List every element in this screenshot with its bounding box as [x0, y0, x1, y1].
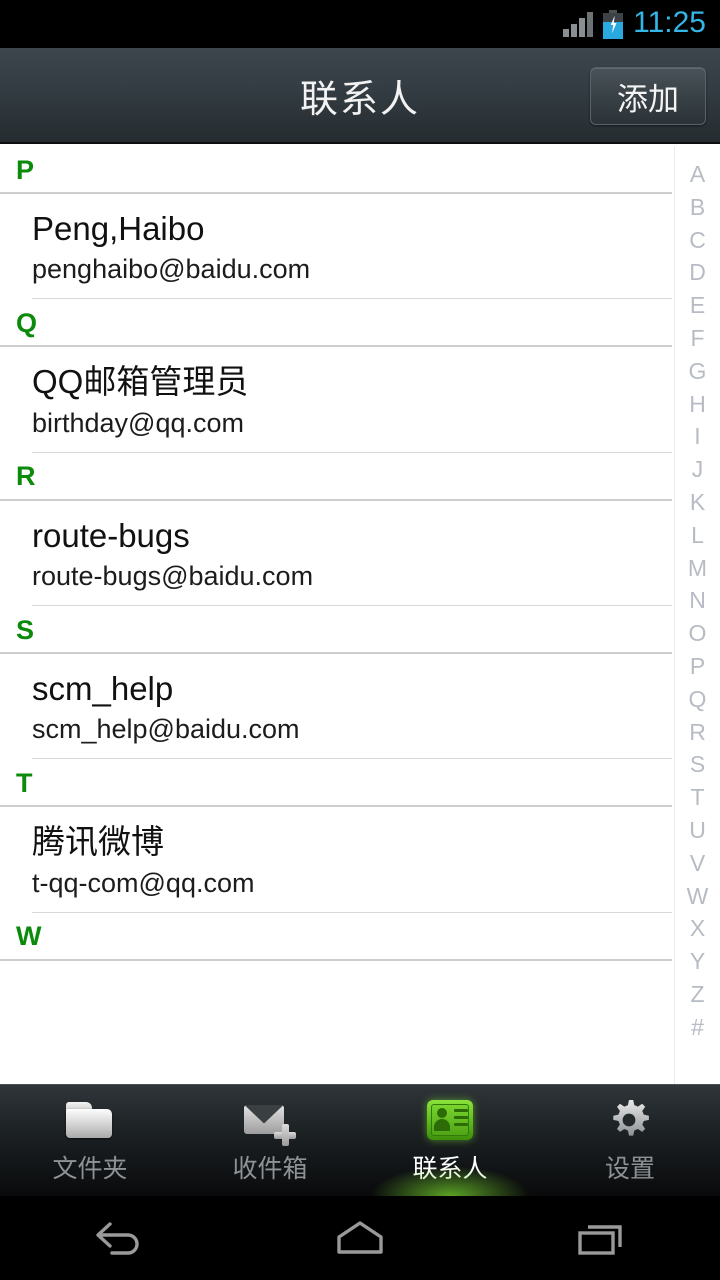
action-bar: 联系人 添加 [0, 48, 720, 144]
alpha-index-letter[interactable]: X [675, 912, 720, 945]
alpha-index-letter[interactable]: V [675, 847, 720, 880]
alpha-index-letter[interactable]: Q [675, 683, 720, 716]
list-item[interactable]: scm_help scm_help@baidu.com [0, 654, 720, 760]
section-letter: T [16, 767, 33, 798]
folder-icon [64, 1097, 116, 1143]
home-icon [328, 1216, 392, 1260]
section-letter: R [16, 461, 36, 492]
contact-list[interactable]: P Peng,Haibo penghaibo@baidu.com Q QQ邮箱管… [0, 146, 720, 1084]
mail-add-icon [244, 1097, 296, 1146]
battery-charging-icon [603, 9, 624, 39]
section-header: S [0, 606, 720, 655]
tab-settings[interactable]: 设置 [540, 1085, 720, 1196]
contact-card-icon [424, 1097, 476, 1143]
alpha-index-letter[interactable]: H [675, 388, 720, 421]
contact-name: route-bugs [32, 516, 190, 554]
signal-bars-icon [563, 11, 594, 37]
contact-email: t-qq-com@qq.com [32, 867, 255, 898]
status-clock: 11:25 [633, 6, 706, 39]
section-header: T [0, 759, 720, 808]
alpha-index-letter[interactable]: W [675, 880, 720, 913]
tab-label: 收件箱 [232, 1154, 308, 1183]
alpha-index-letter[interactable]: D [675, 256, 720, 289]
alpha-index-letter[interactable]: A [675, 158, 720, 191]
contact-name: Peng,Haibo [32, 210, 205, 247]
tab-inbox[interactable]: 收件箱 [180, 1085, 360, 1196]
alpha-index-letter[interactable]: M [675, 552, 720, 585]
contact-email: route-bugs@baidu.com [32, 560, 314, 591]
status-bar: 11:25 [0, 0, 720, 48]
contact-email: penghaibo@baidu.com [32, 254, 311, 285]
alpha-index-letter[interactable]: N [675, 584, 720, 617]
alpha-index-letter[interactable]: # [675, 1011, 720, 1044]
add-contact-button[interactable]: 添加 [590, 67, 706, 125]
list-item[interactable]: QQ邮箱管理员 birthday@qq.com [0, 347, 720, 454]
section-header: P [0, 146, 720, 194]
alpha-index-letter[interactable]: P [675, 650, 720, 683]
contact-name: 腾讯微博 [32, 823, 164, 861]
list-item[interactable]: route-bugs route-bugs@baidu.com [0, 501, 720, 607]
section-header: Q [0, 299, 720, 348]
recents-icon [568, 1216, 632, 1260]
home-button[interactable] [240, 1216, 480, 1260]
back-button[interactable] [0, 1216, 240, 1260]
tab-label: 文件夹 [52, 1154, 128, 1183]
system-nav-bar [0, 1196, 720, 1280]
alpha-index-letter[interactable]: G [675, 355, 720, 388]
alpha-index-letter[interactable]: F [675, 322, 720, 355]
alpha-index-letter[interactable]: K [675, 486, 720, 519]
alpha-index-letter[interactable]: O [675, 617, 720, 650]
alpha-index-letter[interactable]: C [675, 224, 720, 257]
alpha-index-letter[interactable]: J [675, 453, 720, 486]
section-header: W [0, 913, 720, 961]
section-letter: W [16, 921, 42, 952]
alpha-index-letter[interactable]: Z [675, 978, 720, 1011]
gear-icon [604, 1097, 656, 1143]
alphabet-index-scrollbar[interactable]: A B C D E F G H I J K L M N O P Q R S T U V W X Y Z # [674, 146, 720, 1084]
contact-name: scm_help [32, 670, 174, 708]
alpha-index-letter[interactable]: T [675, 781, 720, 814]
contact-email: scm_help@baidu.com [32, 714, 300, 745]
alpha-index-letter[interactable]: I [675, 420, 720, 453]
section-header: R [0, 453, 720, 501]
alpha-index-letter[interactable]: S [675, 748, 720, 781]
recents-button[interactable] [480, 1216, 720, 1260]
alpha-index-letter[interactable]: L [675, 519, 720, 552]
tab-label: 联系人 [412, 1154, 488, 1183]
back-icon [88, 1216, 152, 1260]
section-letter: Q [16, 307, 38, 338]
tab-label: 设置 [604, 1154, 655, 1183]
list-item[interactable]: Peng,Haibo penghaibo@baidu.com [0, 194, 720, 300]
alpha-index-letter[interactable]: E [675, 289, 720, 322]
tab-contacts[interactable]: 联系人 [360, 1085, 540, 1196]
section-letter: S [16, 614, 35, 645]
section-letter: P [16, 154, 35, 185]
bottom-tab-bar: 文件夹 收件箱 联系人 设置 [0, 1084, 720, 1196]
alpha-index-letter[interactable]: U [675, 814, 720, 847]
contact-name: QQ邮箱管理员 [32, 363, 249, 401]
alpha-index-letter[interactable]: Y [675, 945, 720, 978]
alpha-index-letter[interactable]: R [675, 716, 720, 749]
alpha-index-letter[interactable]: B [675, 191, 720, 224]
contact-email: birthday@qq.com [32, 407, 245, 438]
page-title: 联系人 [299, 78, 420, 121]
tab-folders[interactable]: 文件夹 [0, 1085, 180, 1196]
phone-screen: 11:25 联系人 添加 P Peng,Haibo penghaibo@baid… [0, 0, 720, 1280]
list-item[interactable]: 腾讯微博 t-qq-com@qq.com [0, 807, 720, 914]
